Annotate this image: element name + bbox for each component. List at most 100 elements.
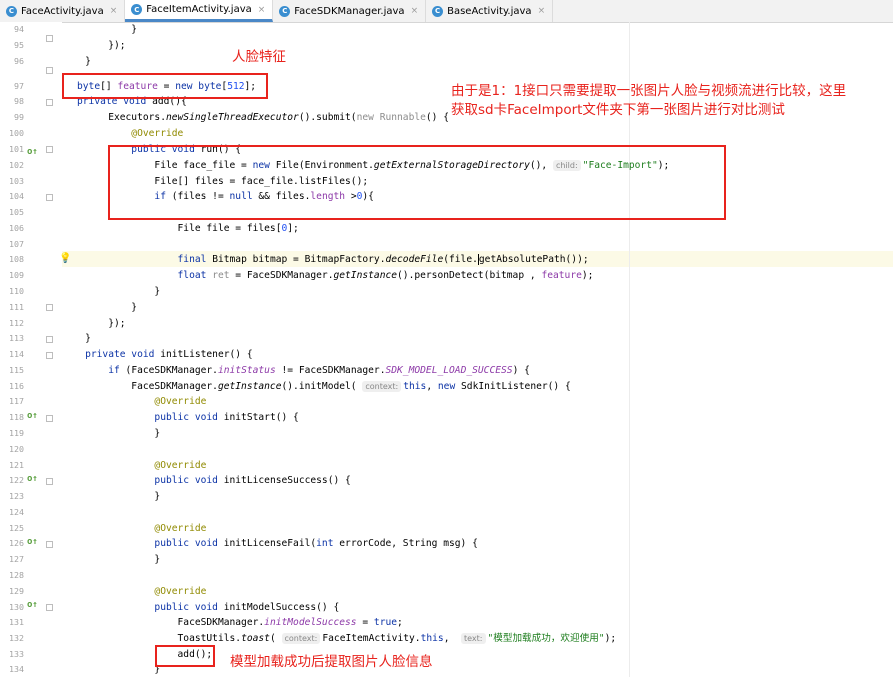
line-number: 125 <box>9 523 24 533</box>
line-number: 102 <box>9 160 24 170</box>
line-number: 133 <box>9 649 24 659</box>
tab-face-item-activity[interactable]: C FaceItemActivity.java × <box>125 0 274 22</box>
code-line-113: } <box>62 333 91 344</box>
code-line-122: public void initLicenseSuccess() { <box>62 475 351 486</box>
line-number: 108 <box>9 254 24 264</box>
line-number: 117 <box>9 396 24 406</box>
line-number: 96 <box>14 55 24 66</box>
code-line-114: private void initListener() { <box>62 349 253 360</box>
parameter-hint: context: <box>362 381 402 392</box>
add-note: 模型加载成功后提取图片人脸信息 <box>230 654 433 670</box>
code-line-129: @Override <box>62 586 207 597</box>
line-number: 103 <box>9 176 24 186</box>
line-number: 98 <box>14 96 24 106</box>
fold-marker-icon[interactable] <box>46 541 53 548</box>
line-number: 131 <box>9 617 24 627</box>
fold-marker-icon[interactable] <box>46 352 53 359</box>
code-line-132: ToastUtils.toast( context: FaceItemActivi… <box>62 633 617 644</box>
override-gutter-icon[interactable]: o↑ <box>27 537 38 547</box>
fold-marker-icon[interactable] <box>46 194 53 201</box>
java-class-icon: C <box>131 4 143 15</box>
close-icon[interactable]: × <box>110 6 118 16</box>
code-line-121: @Override <box>62 460 207 471</box>
code-line-127: } <box>62 554 161 565</box>
code-line-110: } <box>62 286 161 297</box>
fold-marker-icon[interactable] <box>46 478 53 485</box>
code-line-125: @Override <box>62 523 207 534</box>
feature-annotation-box <box>62 73 268 99</box>
fold-marker-icon[interactable] <box>46 99 53 106</box>
code-line-134: } <box>62 664 161 675</box>
line-number: 104 <box>9 191 24 201</box>
code-line-123: } <box>62 491 161 502</box>
line-number: 112 <box>9 318 24 328</box>
code-line-130: public void initModelSuccess() { <box>62 602 340 613</box>
line-number: 118 <box>9 412 24 422</box>
line-number: 130 <box>9 602 24 612</box>
code-line-100: @Override <box>62 128 184 139</box>
java-class-icon: C <box>432 5 444 17</box>
parameter-hint: text: <box>461 633 486 644</box>
code-line-115: if (FaceSDKManager.initStatus != FaceSDK… <box>108 365 530 376</box>
parameter-hint: context: <box>281 633 321 644</box>
fold-marker-icon[interactable] <box>46 67 53 74</box>
close-icon[interactable]: × <box>258 5 266 15</box>
override-gutter-icon[interactable]: o↑ <box>27 474 38 484</box>
line-number: 121 <box>9 460 24 470</box>
line-number: 105 <box>9 207 24 217</box>
fold-marker-icon[interactable] <box>46 604 53 611</box>
code-line-116: FaceSDKManager.getInstance().initModel( … <box>62 381 571 392</box>
close-icon[interactable]: × <box>411 6 419 16</box>
line-number: 119 <box>9 428 24 438</box>
code-line-108: final Bitmap bitmap = BitmapFactory.deco… <box>177 253 589 265</box>
line-number: 94 <box>14 24 24 34</box>
tab-face-sdk-manager[interactable]: C FaceSDKManager.java × <box>273 0 427 22</box>
line-number: 128 <box>9 570 24 580</box>
line-number: 99 <box>14 112 24 122</box>
override-gutter-icon[interactable]: o↑ <box>27 600 38 610</box>
line-number: 120 <box>9 444 24 454</box>
tab-label: FaceActivity.java <box>21 5 104 17</box>
code-line-117: @Override <box>62 396 207 407</box>
run-block-annotation-box <box>108 145 726 220</box>
code-line-131: FaceSDKManager.initModelSuccess = true; <box>62 617 403 628</box>
java-class-icon: C <box>6 5 17 17</box>
line-number: 122 <box>9 475 24 485</box>
line-number: 115 <box>9 365 24 375</box>
override-gutter-icon[interactable]: o↑ <box>27 411 38 421</box>
code-line-118: public void initStart() { <box>62 412 299 423</box>
tab-base-activity[interactable]: C BaseActivity.java × <box>426 0 554 22</box>
fold-marker-icon[interactable] <box>46 304 53 311</box>
line-number: 123 <box>9 491 24 501</box>
line-number: 116 <box>9 381 24 391</box>
feature-note: 人脸特征 <box>232 49 286 65</box>
code-line-99: Executors.newSingleThreadExecutor().subm… <box>62 112 450 123</box>
tab-label: BaseActivity.java <box>447 5 532 17</box>
line-number: 106 <box>9 223 24 233</box>
tab-face-activity[interactable]: C FaceActivity.java × <box>0 0 126 22</box>
code-editor[interactable]: } }); } byte[] feature = new byte[512]; … <box>62 22 893 677</box>
line-number: 110 <box>9 286 24 296</box>
line-number: 113 <box>9 333 24 343</box>
fold-marker-icon[interactable] <box>46 35 53 42</box>
fold-marker-icon[interactable] <box>46 336 53 343</box>
editor-gutter: 94 95 96 97 98 99 100 101 102 103 104 105 106 107 108 1… <box>0 22 62 677</box>
code-line-94: } <box>62 24 138 35</box>
line-number: 101 <box>9 144 24 154</box>
code-line-126: public void initLicenseFail(int errorCod… <box>62 538 478 549</box>
close-icon[interactable]: × <box>538 6 546 16</box>
fold-marker-icon[interactable] <box>46 146 53 153</box>
line-number: 95 <box>14 39 24 50</box>
line-number: 107 <box>9 239 24 249</box>
code-line-112: }); <box>62 318 126 329</box>
fold-marker-icon[interactable] <box>46 415 53 422</box>
code-line-106: File file = files[0]; <box>62 223 299 234</box>
java-class-icon: C <box>279 5 291 17</box>
line-number: 127 <box>9 554 24 564</box>
line-number: 97 <box>14 81 24 91</box>
editor-tab-bar: C FaceActivity.java × C FaceItemActivity… <box>0 0 893 23</box>
override-gutter-icon[interactable]: o↑ <box>27 147 38 157</box>
line-number: 132 <box>9 633 24 643</box>
line-number: 126 <box>9 538 24 548</box>
line-number: 129 <box>9 586 24 596</box>
